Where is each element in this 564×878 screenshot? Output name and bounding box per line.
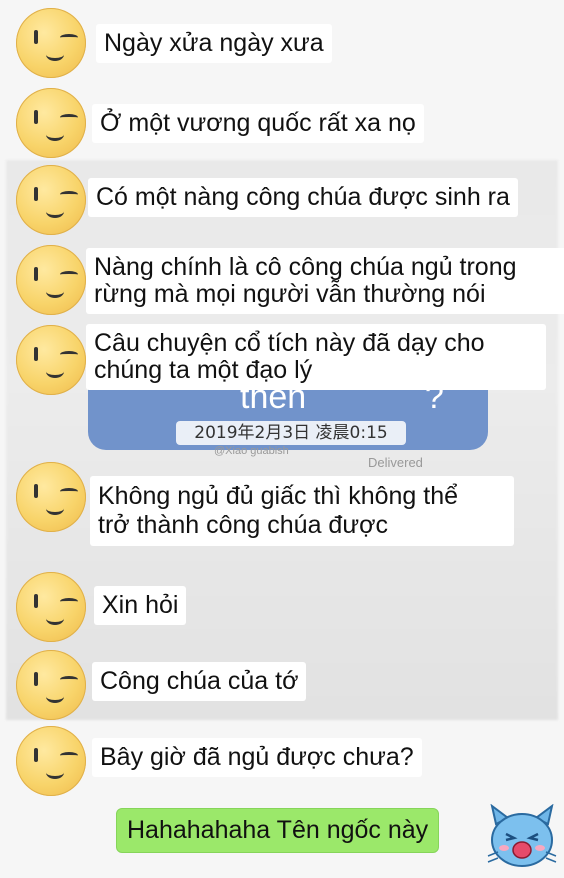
eye-icon [34, 267, 38, 281]
message-bubble[interactable]: Có một nàng công chúa được sinh ra [88, 178, 518, 217]
message-line: Nàng chính là cô công chúa ngủ trong [94, 253, 517, 281]
wink-eye-icon [60, 191, 78, 198]
emoji-avatar[interactable] [16, 726, 86, 796]
emoji-avatar[interactable] [16, 325, 86, 395]
smirk-mouth-icon [46, 365, 64, 378]
emoji-avatar[interactable] [16, 462, 86, 532]
emoji-avatar[interactable] [16, 650, 86, 720]
wink-eye-icon [60, 34, 78, 41]
smirk-mouth-icon [46, 285, 64, 298]
smirk-mouth-icon [46, 48, 64, 61]
message-bubble[interactable]: Xin hỏi [94, 586, 187, 625]
eye-icon [34, 748, 38, 762]
message-bubble[interactable]: Ở một vương quốc rất xa nọ [92, 104, 424, 143]
wink-eye-icon [60, 598, 78, 605]
eye-icon [34, 484, 38, 498]
wink-eye-icon [60, 488, 78, 495]
message-bubble[interactable]: Nàng chính là cô công chúa ngủ trong rừn… [86, 248, 564, 314]
eye-icon [34, 30, 38, 44]
message-line: Câu chuyện cổ tích này đã dạy cho [94, 329, 485, 357]
smirk-mouth-icon [46, 205, 64, 218]
eye-icon [34, 672, 38, 686]
message-bubble[interactable]: Bây giờ đã ngủ được chưa? [92, 738, 422, 777]
message-bubble[interactable]: Công chúa của tớ [92, 662, 307, 701]
wink-eye-icon [60, 351, 78, 358]
cat-avatar-icon[interactable] [486, 804, 558, 870]
reply-bubble[interactable]: Hahahahaha Tên ngốc này [116, 808, 440, 853]
background-watermark: @Xiao guabish [214, 445, 289, 457]
wink-eye-icon [60, 114, 78, 121]
emoji-avatar[interactable] [16, 165, 86, 235]
background-delivered-label: Delivered [368, 455, 423, 470]
eye-icon [34, 347, 38, 361]
emoji-avatar[interactable] [16, 88, 86, 158]
smirk-mouth-icon [46, 690, 64, 703]
smirk-mouth-icon [46, 612, 64, 625]
emoji-avatar[interactable] [16, 245, 86, 315]
message-line: Không ngủ đủ giấc thì không thể [98, 482, 459, 510]
message-bubble[interactable]: Ngày xửa ngày xưa [96, 24, 332, 63]
smirk-mouth-icon [46, 502, 64, 515]
emoji-avatar[interactable] [16, 8, 86, 78]
message-line: chúng ta một đạo lý [94, 356, 313, 384]
message-bubble[interactable]: Không ngủ đủ giấc thì không thể trở thàn… [90, 476, 514, 546]
eye-icon [34, 110, 38, 124]
wink-eye-icon [60, 676, 78, 683]
message-bubble[interactable]: Câu chuyện cổ tích này đã dạy cho chúng … [86, 324, 546, 390]
eye-icon [34, 187, 38, 201]
emoji-avatar[interactable] [16, 572, 86, 642]
eye-icon [34, 594, 38, 608]
message-line: rừng mà mọi người vẫn thường nói [94, 280, 486, 308]
smirk-mouth-icon [46, 766, 64, 779]
wink-eye-icon [60, 271, 78, 278]
smirk-mouth-icon [46, 128, 64, 141]
background-timestamp: 2019年2月3日 凌晨0:15 [176, 421, 406, 445]
message-line: trở thành công chúa được [98, 511, 388, 539]
wink-eye-icon [60, 752, 78, 759]
